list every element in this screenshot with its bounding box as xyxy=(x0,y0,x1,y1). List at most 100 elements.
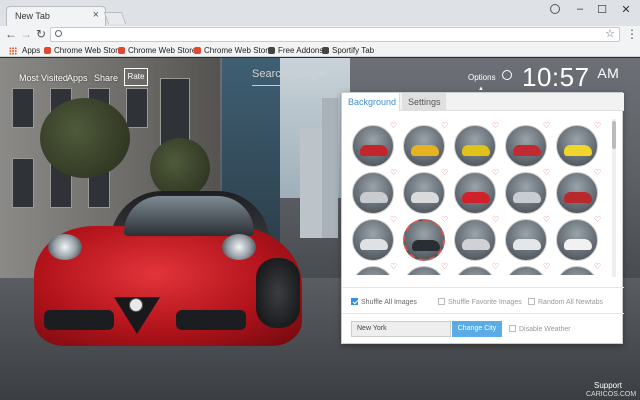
options-panel: Background Settings ♡ ♡ ♡ ♡ ♡ ♡ ♡ ♡ ♡ ♡ ♡ ♡ ♡ ♡ ♡ ♡ ♡ ♡ ♡ ♡… xyxy=(341,92,624,344)
favorite-heart-icon[interactable]: ♡ xyxy=(390,215,397,224)
search-google-input[interactable]: Search Google xyxy=(252,68,332,86)
rate-button[interactable]: Rate xyxy=(124,68,148,86)
bookmark-chrome-web-store-3[interactable]: Chrome Web Store xyxy=(194,46,272,55)
car-headlight xyxy=(48,234,82,260)
favorite-heart-icon[interactable]: ♡ xyxy=(594,168,601,177)
shuffle-all-checkbox[interactable] xyxy=(351,298,358,305)
background-thumbnail[interactable] xyxy=(556,125,598,167)
background-thumbnail[interactable] xyxy=(352,172,394,214)
chrome-store-icon xyxy=(118,47,125,54)
background-thumbnail[interactable] xyxy=(454,172,496,214)
car-badge xyxy=(129,298,143,312)
bookmark-sportify-tab[interactable]: Sportify Tab xyxy=(322,46,374,55)
background-thumbnail[interactable] xyxy=(403,125,445,167)
background-thumbnail[interactable] xyxy=(454,266,496,275)
chrome-store-icon xyxy=(194,47,201,54)
background-thumbnail[interactable] xyxy=(352,219,394,261)
profile-icon[interactable] xyxy=(550,4,560,14)
back-button[interactable]: ← xyxy=(4,27,18,41)
most-visited-link[interactable]: Most Visited xyxy=(19,73,68,83)
car-air-intake xyxy=(44,310,114,330)
address-bar[interactable]: ☆ xyxy=(50,27,620,42)
image-credit: CARICOS.COM xyxy=(586,391,637,398)
clock-icon[interactable] xyxy=(502,70,512,80)
thumbnail-car xyxy=(513,239,541,250)
favorite-heart-icon[interactable]: ♡ xyxy=(441,168,448,177)
close-window-button[interactable]: ✕ xyxy=(616,3,636,16)
new-tab-button[interactable] xyxy=(103,12,127,24)
bookmark-apps[interactable]: Apps xyxy=(22,46,40,55)
background-thumbnail[interactable] xyxy=(403,172,445,214)
favorite-heart-icon[interactable]: ♡ xyxy=(594,215,601,224)
shuffle-favorite-checkbox[interactable] xyxy=(438,298,445,305)
maximize-button[interactable]: ☐ xyxy=(592,3,612,16)
background-thumbnail[interactable] xyxy=(556,266,598,275)
favorite-heart-icon[interactable]: ♡ xyxy=(492,262,499,271)
favorite-heart-icon[interactable]: ♡ xyxy=(441,121,448,130)
background-thumbnail[interactable] xyxy=(454,125,496,167)
background-thumbnail[interactable] xyxy=(454,219,496,261)
shuffle-all-images-option[interactable]: Shuffle All Images xyxy=(351,298,417,306)
tab-title: New Tab xyxy=(15,11,50,21)
forward-button[interactable]: → xyxy=(19,27,33,41)
apps-link[interactable]: Apps xyxy=(67,73,88,83)
favorite-heart-icon[interactable]: ♡ xyxy=(543,168,550,177)
city-input[interactable]: New York xyxy=(351,321,451,337)
favorite-heart-icon[interactable]: ♡ xyxy=(543,262,550,271)
favorite-heart-icon[interactable]: ♡ xyxy=(492,168,499,177)
browser-menu-icon[interactable]: ⋮ xyxy=(626,27,638,41)
thumbnail-car xyxy=(411,145,439,156)
tab-settings[interactable]: Settings xyxy=(402,93,446,111)
minimize-button[interactable]: – xyxy=(570,3,590,15)
favorite-heart-icon[interactable]: ♡ xyxy=(543,215,550,224)
close-tab-icon[interactable]: × xyxy=(93,9,99,21)
favorite-heart-icon[interactable]: ♡ xyxy=(390,168,397,177)
thumbnail-car xyxy=(360,239,388,250)
wallpaper-tower-far xyxy=(300,128,322,238)
favorite-heart-icon[interactable]: ♡ xyxy=(441,215,448,224)
background-thumbnail[interactable] xyxy=(505,172,547,214)
random-all-newtabs-option[interactable]: Random All Newtabs xyxy=(528,298,603,306)
favorite-heart-icon[interactable]: ♡ xyxy=(594,121,601,130)
background-thumbnail[interactable] xyxy=(403,266,445,275)
addon-icon xyxy=(268,47,275,54)
background-thumbnail[interactable] xyxy=(403,219,445,261)
thumbnail-car xyxy=(462,145,490,156)
scrollbar-thumb[interactable] xyxy=(612,121,616,149)
favorite-heart-icon[interactable]: ♡ xyxy=(492,121,499,130)
favorite-heart-icon[interactable]: ♡ xyxy=(492,215,499,224)
search-icon xyxy=(55,30,62,37)
disable-weather-option[interactable]: Disable Weather xyxy=(509,325,571,333)
background-thumbnail[interactable] xyxy=(505,266,547,275)
bookmark-star-icon[interactable]: ☆ xyxy=(605,27,615,40)
bookmark-chrome-web-store-2[interactable]: Chrome Web Store xyxy=(118,46,196,55)
wallpaper-tree xyxy=(40,98,130,178)
thumbnail-scrollbar[interactable] xyxy=(612,119,616,277)
change-city-button[interactable]: Change City xyxy=(452,321,502,337)
background-thumbnail[interactable] xyxy=(505,219,547,261)
background-thumbnail[interactable] xyxy=(556,172,598,214)
browser-tab[interactable]: New Tab × xyxy=(6,6,106,26)
tab-background[interactable]: Background xyxy=(342,93,400,111)
background-thumbnail[interactable] xyxy=(352,125,394,167)
options-link[interactable]: Options xyxy=(468,73,496,82)
background-thumbnail[interactable] xyxy=(352,266,394,275)
background-thumbnail[interactable] xyxy=(556,219,598,261)
bookmark-chrome-web-store-1[interactable]: Chrome Web Store xyxy=(44,46,122,55)
favorite-heart-icon[interactable]: ♡ xyxy=(390,262,397,271)
favorite-heart-icon[interactable]: ♡ xyxy=(441,262,448,271)
support-link[interactable]: Support xyxy=(594,381,622,390)
disable-weather-checkbox[interactable] xyxy=(509,325,516,332)
favorite-heart-icon[interactable]: ♡ xyxy=(594,262,601,271)
background-thumbnail[interactable] xyxy=(505,125,547,167)
car-air-intake xyxy=(176,310,246,330)
bookmark-free-addons[interactable]: Free Addons xyxy=(268,46,323,55)
apps-grid-icon[interactable] xyxy=(9,47,17,55)
random-newtabs-checkbox[interactable] xyxy=(528,298,535,305)
favorite-heart-icon[interactable]: ♡ xyxy=(390,121,397,130)
share-link[interactable]: Share xyxy=(94,73,118,83)
favorite-heart-icon[interactable]: ♡ xyxy=(543,121,550,130)
shuffle-favorite-images-option[interactable]: Shuffle Favorite Images xyxy=(438,298,522,306)
browser-toolbar: ← → ↻ ☆ ⋮ xyxy=(0,26,640,44)
reload-button[interactable]: ↻ xyxy=(34,27,48,41)
